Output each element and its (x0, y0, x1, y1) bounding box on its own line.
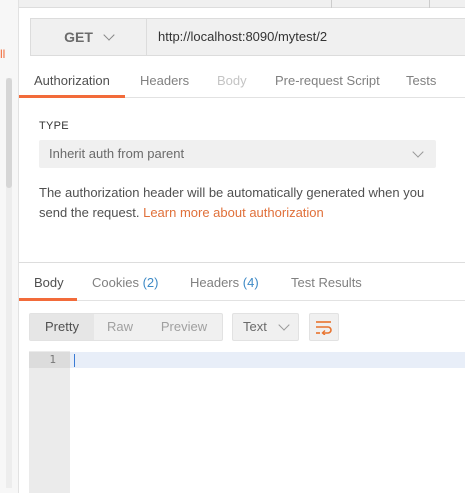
request-url-bar: GET http://localhost:8090/mytest/2 (30, 18, 465, 56)
line-number: 1 (49, 353, 56, 366)
tab-response-headers[interactable]: Headers (4) (190, 266, 259, 301)
view-preview-button[interactable]: Preview (146, 314, 222, 340)
line-number-gutter (29, 351, 70, 493)
auth-type-value: Inherit auth from parent (49, 146, 185, 161)
learn-more-link[interactable]: Learn more about authorization (143, 205, 324, 220)
headers-count: (4) (242, 275, 259, 290)
auth-type-label: TYPE (39, 120, 69, 132)
response-editor[interactable]: 1 (29, 351, 465, 493)
active-tab-indicator (19, 298, 77, 301)
tab-body[interactable]: Body (217, 64, 247, 98)
auth-type-select[interactable]: Inherit auth from parent (39, 140, 436, 168)
tab-headers-label: Headers (190, 275, 240, 290)
wrap-lines-button[interactable] (309, 313, 339, 341)
tab-tests[interactable]: Tests (406, 64, 436, 98)
active-line-highlight (29, 352, 465, 368)
authorization-panel: TYPE Inherit auth from parent The author… (19, 98, 465, 262)
tab-response-body[interactable]: Body (34, 266, 64, 301)
cookies-count: (2) (142, 275, 159, 290)
tab-divider (429, 0, 430, 8)
chevron-down-icon (103, 28, 115, 41)
tab-cookies-label: Cookies (92, 275, 139, 290)
sidebar-scrollbar[interactable] (6, 78, 12, 188)
view-pretty-button[interactable]: Pretty (30, 314, 94, 340)
view-raw-button[interactable]: Raw (94, 314, 146, 340)
sidebar-link-fragment[interactable]: ll (0, 47, 5, 61)
chevron-down-icon (278, 319, 290, 331)
section-divider (19, 262, 465, 263)
tab-pre-request-script[interactable]: Pre-request Script (275, 64, 380, 98)
method-value: GET (64, 29, 93, 45)
request-tabs: Authorization Headers Body Pre-request S… (19, 64, 465, 98)
auth-description: The authorization header will be automat… (39, 183, 439, 223)
method-select[interactable]: GET (31, 19, 147, 55)
tab-divider (331, 0, 332, 8)
request-tab-strip (19, 0, 465, 8)
url-input[interactable]: http://localhost:8090/mytest/2 (158, 19, 327, 55)
tab-authorization[interactable]: Authorization (34, 64, 110, 98)
postman-request-view: ll GET http://localhost:8090/mytest/2 Au… (0, 0, 465, 493)
tab-headers[interactable]: Headers (140, 64, 189, 98)
response-tabs: Body Cookies (2) Headers (4) Test Result… (19, 266, 465, 301)
wrap-lines-icon (316, 321, 332, 335)
sidebar-edge: ll (0, 0, 19, 493)
tab-test-results[interactable]: Test Results (291, 266, 362, 301)
format-select[interactable]: Text (232, 313, 299, 341)
tab-cookies[interactable]: Cookies (2) (92, 266, 158, 301)
format-value: Text (243, 319, 267, 334)
text-cursor (74, 354, 75, 367)
view-mode-toggle: Pretty Raw Preview (29, 313, 223, 341)
chevron-down-icon (412, 146, 424, 158)
